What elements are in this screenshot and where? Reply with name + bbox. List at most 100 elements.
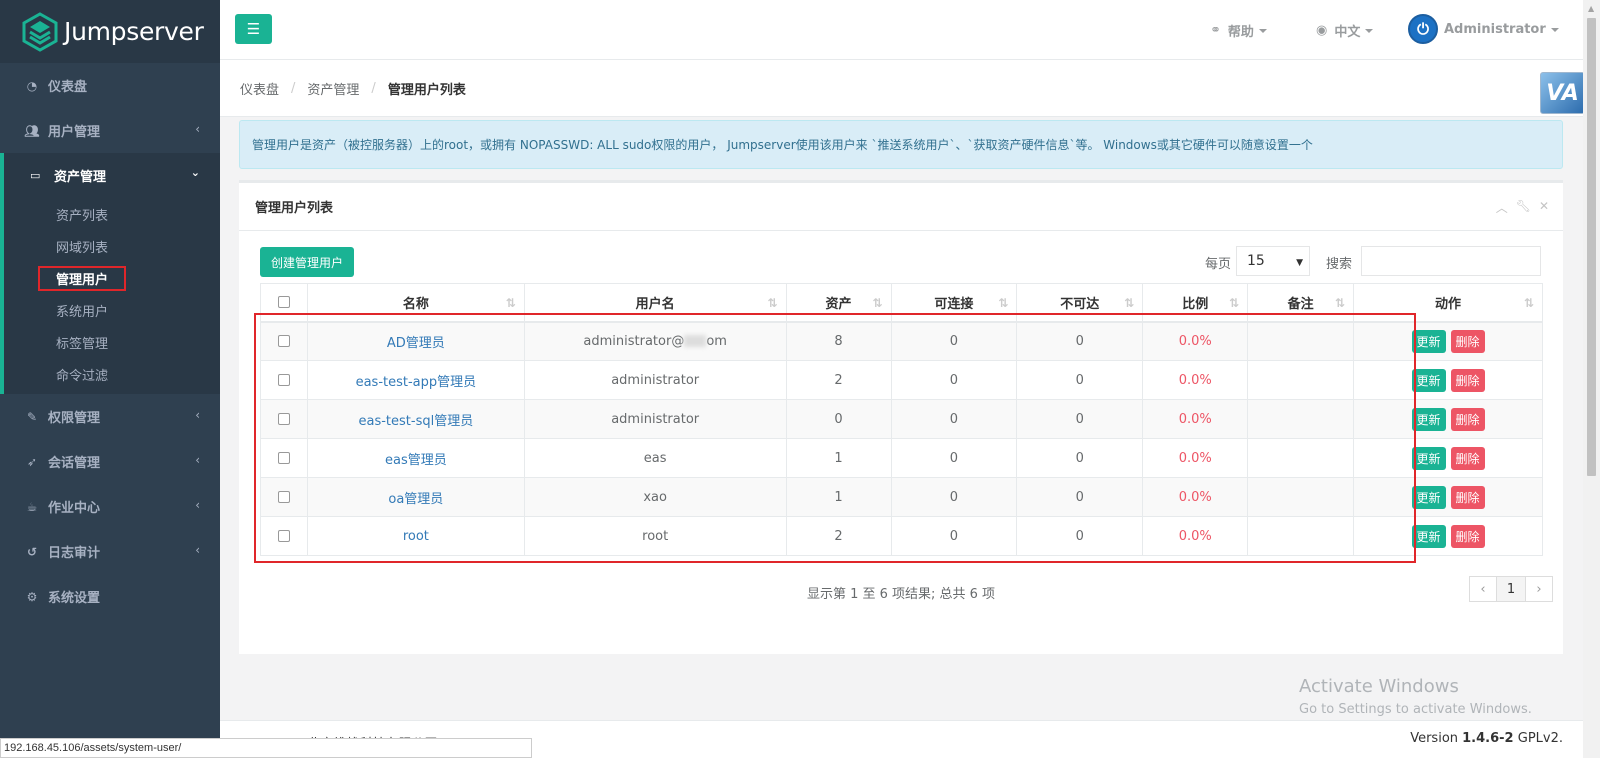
username-cell: eas [523, 438, 787, 478]
connectable-cell: 0 [890, 438, 1018, 478]
row-checkbox[interactable] [277, 491, 290, 503]
sidebar-item-label: 会话管理 [48, 456, 101, 471]
table-row: eas-test-app管理员 administrator 2 0 0 0.0% 更新 删除 [260, 360, 1543, 400]
update-button[interactable]: 更新 [1411, 524, 1446, 548]
connectable-cell: 0 [890, 321, 1018, 361]
scroll-up-icon[interactable]: ▲ [1588, 4, 1594, 13]
logo[interactable]: Jumpserver [0, 0, 220, 63]
row-checkbox[interactable] [277, 413, 290, 425]
sidebar-subitem-domain-list[interactable]: 网域列表 [4, 230, 220, 262]
admin-user-name-link[interactable]: eas-test-app管理员 [356, 375, 477, 390]
help-dropdown[interactable]: ⚭ 帮助 [1210, 21, 1267, 40]
sidebar-subitem-asset-list[interactable]: 资产列表 [4, 198, 220, 230]
sidebar-item-settings[interactable]: ⚙︎ 系统设置 [0, 574, 220, 619]
delete-button[interactable]: 删除 [1450, 524, 1485, 548]
ratio-cell: 0.0% [1142, 360, 1249, 400]
sort-icon: ⇅ [872, 296, 883, 310]
row-checkbox[interactable] [277, 335, 290, 348]
page-length-select[interactable]: 15 ▼ [1236, 246, 1310, 276]
admin-user-name-link[interactable]: root [403, 529, 429, 544]
sidebar-item-permissions[interactable]: ✎ 权限管理 ‹ [0, 394, 220, 439]
history-icon: ↺ [26, 544, 38, 559]
pagination-page-1[interactable]: 1 [1496, 576, 1526, 602]
sidebar-item-users[interactable]: 👥︎ 用户管理 ‹ [0, 108, 220, 153]
username-cell: administrator@ om [523, 321, 787, 361]
row-checkbox[interactable] [277, 374, 290, 386]
row-checkbox[interactable] [277, 530, 290, 542]
admin-user-name-link[interactable]: oa管理员 [388, 492, 443, 507]
create-admin-user-button[interactable]: 创建管理用户 [260, 247, 354, 277]
sidebar-item-dashboard[interactable]: ◔ 仪表盘 [0, 63, 220, 108]
assets-cell: 2 [785, 516, 892, 556]
row-checkbox[interactable] [277, 452, 290, 464]
sidebar-subitem-command-filter[interactable]: 命令过滤 [4, 358, 220, 394]
admin-user-panel: 管理用户列表 ︿ 🔧︎ ✕ 创建管理用户 每页 15 ▼ 搜索 名称 ⇅ 用户名 ⇅… [239, 180, 1563, 654]
select-all-checkbox[interactable] [277, 296, 290, 309]
page-scrollbar[interactable]: ▲ [1583, 0, 1600, 758]
name-cell: oa管理员 [306, 477, 525, 517]
sidebar-subitem-system-user[interactable]: 系统用户 [4, 294, 220, 326]
table-body: AD管理员 administrator@ om 8 0 0 0.0% 更新 删除 eas-test… [260, 321, 1543, 556]
comment-cell [1247, 477, 1355, 517]
avatar[interactable]: ⏻ [1408, 14, 1438, 44]
user-dropdown[interactable]: Administrator [1444, 22, 1559, 37]
column-header-assets[interactable]: 资产 ⇅ [785, 283, 892, 323]
sort-icon: ⇅ [1335, 296, 1346, 310]
rocket-icon: ➶ [26, 454, 38, 469]
scrollbar-thumb[interactable] [1587, 18, 1596, 476]
update-button[interactable]: 更新 [1411, 407, 1446, 431]
username-cell: administrator [523, 360, 787, 400]
gears-icon: ⚙︎ [26, 589, 38, 604]
admin-user-name-link[interactable]: AD管理员 [387, 336, 445, 351]
assets-cell: 1 [785, 477, 892, 517]
column-header-actions[interactable]: 动作 ⇅ [1353, 283, 1543, 323]
pagination-prev[interactable]: ‹ [1469, 576, 1497, 602]
breadcrumb-dashboard[interactable]: 仪表盘 [240, 79, 279, 98]
assets-cell: 1 [785, 438, 892, 478]
menu-toggle-button[interactable]: ☰ [235, 14, 272, 44]
version-number: 1.4.6-2 [1462, 731, 1514, 746]
search-input[interactable] [1361, 246, 1541, 276]
ratio-cell: 0.0% [1142, 438, 1249, 478]
delete-button[interactable]: 删除 [1450, 485, 1485, 509]
pagination-next[interactable]: › [1525, 576, 1553, 602]
breadcrumb-assets[interactable]: 资产管理 [307, 79, 359, 98]
column-header-name[interactable]: 名称 ⇅ [306, 283, 525, 323]
admin-user-name-link[interactable]: eas管理员 [385, 453, 447, 468]
update-button[interactable]: 更新 [1411, 329, 1446, 353]
column-header-ratio[interactable]: 比例 ⇅ [1142, 283, 1249, 323]
sidebar-subitem-label: 资产列表 [56, 208, 109, 224]
sidebar-subitem-admin-user[interactable]: 管理用户 [4, 262, 220, 294]
column-header-connectable[interactable]: 可连接 ⇅ [890, 283, 1018, 323]
sidebar-item-jobs[interactable]: ☕︎ 作业中心 ‹ [0, 484, 220, 529]
close-icon[interactable]: ✕ [1539, 199, 1549, 216]
column-header-unreachable[interactable]: 不可达 ⇅ [1016, 283, 1144, 323]
brand-name: Jumpserver [64, 17, 204, 46]
update-button[interactable]: 更新 [1411, 368, 1446, 392]
language-dropdown[interactable]: ◉ 中文 [1316, 21, 1374, 40]
name-cell: eas管理员 [306, 438, 525, 478]
ratio-cell: 0.0% [1142, 399, 1249, 439]
sidebar-subitem-label-management[interactable]: 标签管理 [4, 326, 220, 358]
sidebar-item-sessions[interactable]: ➶ 会话管理 ‹ [0, 439, 220, 484]
row-select-cell [260, 321, 308, 361]
delete-button[interactable]: 删除 [1450, 329, 1485, 353]
chevron-left-icon: ‹ [195, 453, 200, 467]
admin-user-name-link[interactable]: eas-test-sql管理员 [358, 414, 473, 429]
column-label: 用户名 [635, 296, 675, 312]
update-button[interactable]: 更新 [1411, 446, 1446, 470]
hamburger-icon: ☰ [246, 20, 261, 38]
actions-cell: 更新 删除 [1353, 438, 1543, 478]
collapse-icon[interactable]: ︿ [1496, 199, 1508, 216]
delete-button[interactable]: 删除 [1450, 407, 1485, 431]
ratio-cell: 0.0% [1142, 321, 1249, 361]
column-header-comment[interactable]: 备注 ⇅ [1247, 283, 1355, 323]
delete-button[interactable]: 删除 [1450, 446, 1485, 470]
sidebar-item-assets[interactable]: ▭ 资产管理 ⌄ [4, 153, 220, 198]
sidebar-item-audit[interactable]: ↺ 日志审计 ‹ [0, 529, 220, 574]
coffee-icon: ☕︎ [26, 499, 38, 514]
wrench-icon[interactable]: 🔧︎ [1516, 199, 1531, 216]
update-button[interactable]: 更新 [1411, 485, 1446, 509]
column-header-username[interactable]: 用户名 ⇅ [523, 283, 787, 323]
delete-button[interactable]: 删除 [1450, 368, 1485, 392]
